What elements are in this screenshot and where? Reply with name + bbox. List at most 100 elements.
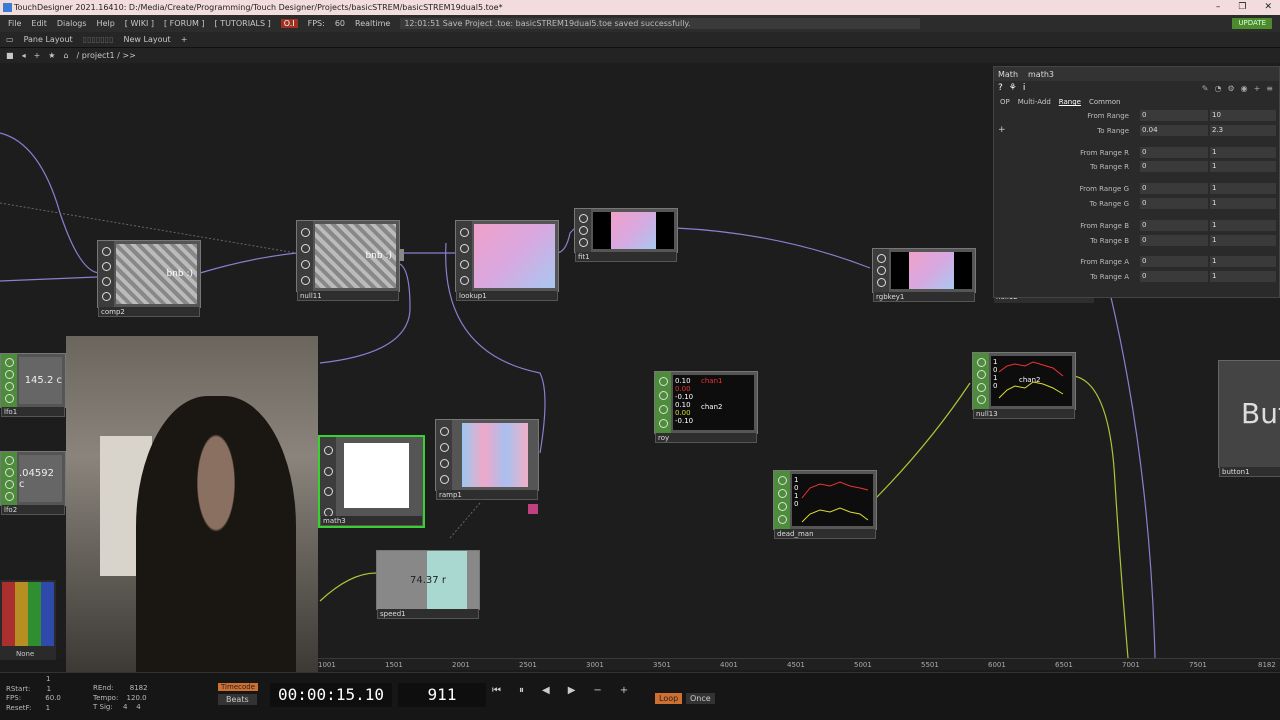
play-icon[interactable]: ▶ bbox=[568, 685, 576, 696]
tempo-field[interactable]: 120.0 bbox=[127, 694, 147, 702]
tsig-field[interactable]: 4 4 bbox=[123, 703, 141, 711]
rstart-field[interactable]: 1 bbox=[47, 685, 51, 693]
menu-help[interactable]: Help bbox=[97, 19, 115, 28]
rewind-icon[interactable]: ⏮ bbox=[492, 685, 501, 696]
node-label-speed1: speed1 bbox=[377, 609, 479, 619]
menu-file[interactable]: File bbox=[8, 19, 21, 28]
pane-layout-label[interactable]: Pane Layout bbox=[24, 35, 73, 44]
param-row-to-range: + To Range 0.04 2.3 bbox=[994, 124, 1279, 139]
node-lookup1[interactable]: lookup1 bbox=[455, 220, 559, 301]
layout-icons[interactable]: ▯▯▯▯▯▯▯ bbox=[83, 35, 114, 44]
node-math3[interactable]: math3 bbox=[318, 435, 425, 528]
rend-field[interactable]: 8182 bbox=[130, 684, 148, 692]
realtime-toggle[interactable]: Realtime bbox=[355, 19, 390, 28]
star-icon[interactable]: ★ bbox=[48, 51, 55, 60]
back-icon[interactable]: ◂ bbox=[22, 51, 26, 60]
param-op-type: Math bbox=[998, 69, 1019, 79]
button1-preview[interactable]: Butt bbox=[1241, 397, 1280, 430]
node-comp2[interactable]: bnb :) comp2 bbox=[97, 240, 201, 317]
node-label-dead_man: dead_man bbox=[774, 529, 876, 539]
color-swatches[interactable]: None bbox=[0, 580, 56, 660]
pane-icon[interactable]: ▭ bbox=[6, 35, 14, 44]
node-fit1[interactable]: fit1 bbox=[574, 208, 678, 262]
frame-display[interactable]: 911 bbox=[398, 683, 486, 707]
maximize-button[interactable]: ❐ bbox=[1238, 0, 1246, 15]
forum-link[interactable]: [ FORUM ] bbox=[164, 19, 205, 28]
field-to-range-2[interactable]: 2.3 bbox=[1210, 124, 1276, 136]
menu-dialogs[interactable]: Dialogs bbox=[57, 19, 87, 28]
node-label-null11: null11 bbox=[297, 291, 399, 301]
node-rgbkey1[interactable]: rgbkey1 bbox=[872, 248, 976, 302]
param-rows: From Range 0 10 + To Range 0.04 2.3 From… bbox=[994, 109, 1279, 285]
tab-op[interactable]: OP bbox=[1000, 98, 1010, 106]
clone-icon[interactable]: ⚙ bbox=[1227, 84, 1234, 93]
node-null11[interactable]: bnb :) null11 bbox=[296, 220, 404, 301]
pane-bar: ▭ Pane Layout ▯▯▯▯▯▯▯ New Layout + bbox=[0, 32, 1280, 48]
close-button[interactable]: ✕ bbox=[1264, 0, 1272, 15]
frame-minus-icon[interactable]: − bbox=[593, 685, 601, 696]
beats-toggle[interactable]: Beats bbox=[218, 694, 257, 705]
comment-icon[interactable]: ◔ bbox=[1214, 84, 1221, 93]
node-label-rgbkey1: rgbkey1 bbox=[873, 292, 975, 302]
param-row-to-range-b: To Range B 0 1 bbox=[994, 234, 1279, 249]
node-lfo2[interactable]: .04592 c lfo2 bbox=[0, 451, 66, 515]
minimize-button[interactable]: – bbox=[1216, 0, 1221, 15]
wiki-link[interactable]: [ WIKI ] bbox=[125, 19, 154, 28]
new-layout-label[interactable]: New Layout bbox=[124, 35, 171, 44]
node-lfo1[interactable]: 145.2 c lfo1 bbox=[0, 353, 66, 417]
help-icon[interactable]: ? bbox=[998, 83, 1003, 93]
add-icon[interactable]: + bbox=[1254, 84, 1261, 93]
tab-multi-add[interactable]: Multi-Add bbox=[1018, 98, 1051, 106]
node-button1[interactable]: Butt button1 bbox=[1218, 360, 1280, 477]
param-row-to-range-r: To Range R 0 1 bbox=[994, 160, 1279, 175]
step-back-icon[interactable]: ◀ bbox=[542, 685, 550, 696]
menu-icon[interactable]: ≡ bbox=[1266, 84, 1273, 93]
update-button[interactable]: UPDATE bbox=[1232, 18, 1272, 29]
network-path[interactable]: / project1 / >> bbox=[77, 51, 136, 60]
edit-icon[interactable]: ✎ bbox=[1202, 84, 1209, 93]
node-roy[interactable]: 0.10 0.00 -0.10 0.10 0.00 -0.10 chan1 ch… bbox=[654, 371, 758, 443]
stop-icon[interactable]: ■ bbox=[6, 51, 14, 60]
timecode-display[interactable]: 00:00:15.10 bbox=[270, 683, 392, 707]
tutorials-link[interactable]: [ TUTORIALS ] bbox=[215, 19, 271, 28]
resetf-field[interactable]: 1 bbox=[46, 704, 50, 712]
menu-bar: File Edit Dialogs Help [ WIKI ] [ FORUM … bbox=[0, 15, 1280, 32]
add-layout-button[interactable]: + bbox=[181, 35, 188, 44]
field-from-range-2[interactable]: 10 bbox=[1210, 110, 1276, 121]
timecode-toggle[interactable]: Timecode bbox=[218, 683, 259, 691]
lfo2-value: .04592 c bbox=[19, 467, 54, 490]
loop-button[interactable]: Loop bbox=[655, 693, 683, 704]
param-op-name[interactable]: math3 bbox=[1028, 70, 1054, 79]
field-from-range-1[interactable]: 0 bbox=[1140, 110, 1208, 121]
timeline-ruler[interactable]: 1001 1501 2001 2501 3001 3501 4001 4501 … bbox=[318, 658, 1280, 670]
node-speed1[interactable]: 74.37 r speed1 bbox=[376, 550, 480, 619]
node-null13[interactable]: 1 0 1 0 chan2 null13 bbox=[972, 352, 1076, 419]
python-icon[interactable]: ⚘ bbox=[1009, 83, 1017, 93]
node-label-comp2: comp2 bbox=[98, 307, 200, 317]
parameter-panel: Math math3 ? ⚘ i ✎ ◔ ⚙ ◉ + ≡ OP Multi-Ad… bbox=[993, 66, 1280, 298]
fit1-preview bbox=[611, 212, 656, 249]
param-row-from-range-g: From Range G 0 1 bbox=[994, 182, 1279, 197]
oi-button[interactable]: O.I bbox=[280, 19, 298, 28]
node-dead_man[interactable]: 1 0 1 0 dead_man bbox=[773, 470, 877, 539]
window-title: TouchDesigner 2021.16410: D:/Media/Creat… bbox=[14, 3, 503, 12]
home-icon[interactable]: ⌂ bbox=[63, 51, 68, 60]
info-icon[interactable]: i bbox=[1023, 83, 1026, 93]
fps-field[interactable]: 60.0 bbox=[45, 694, 61, 702]
globe-icon[interactable]: ◉ bbox=[1241, 84, 1248, 93]
ramp1-flag-icon[interactable] bbox=[528, 504, 538, 514]
frame-plus-icon[interactable]: + bbox=[620, 685, 628, 696]
lookup1-preview bbox=[474, 224, 555, 288]
once-button[interactable]: Once bbox=[686, 693, 715, 704]
transport-bar: 1 RStart: 1 FPS: 60.0 ResetF: 1 REnd: 81… bbox=[0, 672, 1280, 720]
node-ramp1[interactable]: ramp1 bbox=[435, 419, 539, 500]
pause-icon[interactable]: ⏸ bbox=[519, 685, 524, 696]
expand-icon[interactable]: + bbox=[998, 125, 1006, 135]
tab-common[interactable]: Common bbox=[1089, 98, 1121, 106]
menu-edit[interactable]: Edit bbox=[31, 19, 47, 28]
title-bar: TouchDesigner 2021.16410: D:/Media/Creat… bbox=[0, 0, 1280, 15]
tab-range[interactable]: Range bbox=[1059, 98, 1081, 106]
add-icon[interactable]: + bbox=[34, 51, 41, 60]
fps-value: 60 bbox=[334, 19, 345, 28]
field-to-range-1[interactable]: 0.04 bbox=[1140, 124, 1208, 136]
